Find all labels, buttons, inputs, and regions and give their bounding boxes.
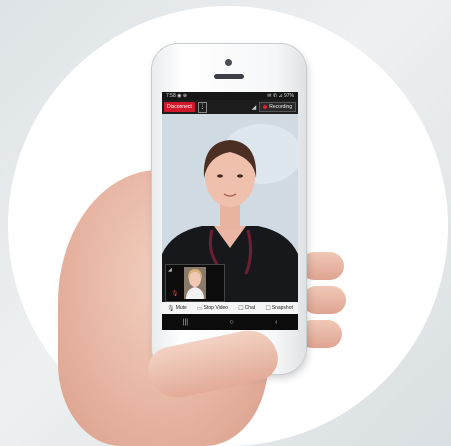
mute-label: Mute — [175, 305, 187, 311]
battery-level: 97% — [283, 93, 294, 99]
home-nav-icon[interactable]: ○ — [229, 319, 233, 326]
status-right: ✉ ✆ ⊿ 97% — [267, 93, 294, 99]
recents-icon[interactable]: ||| — [183, 319, 188, 326]
mute-button[interactable]: 🎙 Mute — [167, 305, 187, 312]
disconnect-button[interactable]: Disconnect — [164, 102, 195, 112]
snapshot-button[interactable]: ☐ Snapshot — [265, 305, 293, 312]
phone-screen: 7:58 ◉ ⊕ ✉ ✆ ⊿ 97% Disconnect ⋮ ◢ Record… — [162, 92, 298, 330]
back-icon[interactable]: ‹ — [275, 319, 277, 326]
call-toolbar: Disconnect ⋮ ◢ Recording — [162, 100, 298, 114]
recording-dot-icon — [263, 105, 268, 109]
video-camera-icon: ▭ — [197, 305, 203, 312]
earpiece-speaker — [214, 74, 244, 79]
signal-strength-icon: ◢ — [251, 104, 257, 111]
self-view-face — [184, 267, 206, 299]
chat-button[interactable]: ☐ Chat — [238, 305, 255, 312]
finger — [302, 286, 346, 314]
status-bar: 7:58 ◉ ⊕ ✉ ✆ ⊿ 97% — [162, 92, 298, 100]
snapshot-icon: ☐ — [265, 305, 271, 312]
more-options-icon[interactable]: ⋮ — [197, 101, 207, 113]
status-left: 7:58 ◉ ⊕ — [166, 93, 187, 99]
chat-icon: ☐ — [238, 305, 244, 312]
snapshot-label: Snapshot — [271, 305, 293, 311]
front-camera — [225, 59, 232, 66]
stop-video-button[interactable]: ▭ Stop Video — [197, 305, 228, 312]
status-icons: ◉ ⊕ — [177, 93, 188, 99]
clock: 7:58 — [166, 93, 176, 99]
mic-icon: 🎙 — [167, 305, 175, 312]
recording-label: Recording — [269, 104, 292, 110]
chat-label: Chat — [244, 305, 256, 311]
notification-icons: ✉ ✆ ⊿ — [267, 93, 283, 99]
microphone-icon: 🎙 — [171, 291, 179, 297]
call-controls: 🎙 Mute ▭ Stop Video ☐ Chat ☐ Snapshot — [162, 302, 298, 314]
stop-video-label: Stop Video — [203, 305, 229, 311]
self-view[interactable]: ◢ 🎙 — [165, 264, 225, 302]
android-nav-bar: ||| ○ ‹ — [162, 314, 298, 330]
finger — [300, 252, 344, 280]
pip-expand-icon[interactable]: ◢ — [168, 267, 172, 273]
recording-button[interactable]: Recording — [259, 102, 296, 112]
remote-video: ◢ 🎙 — [162, 114, 298, 302]
